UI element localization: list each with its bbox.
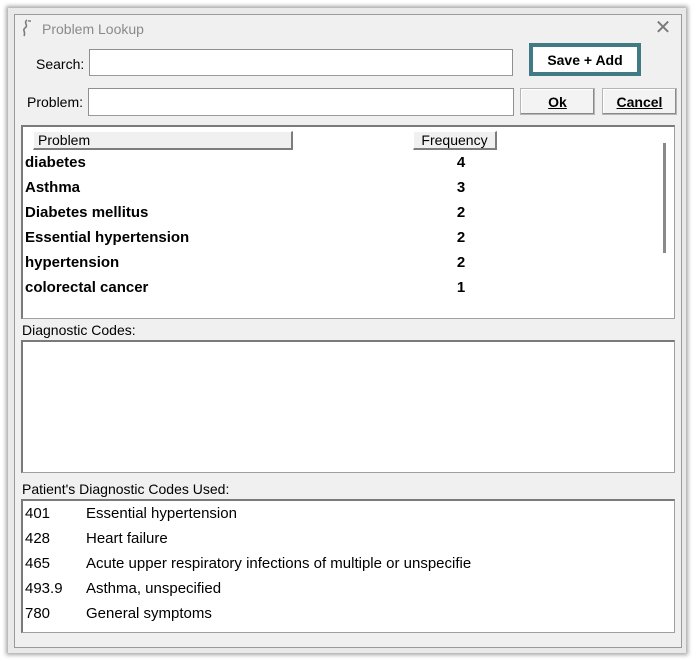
diagnostic-description: Heart failure	[86, 530, 168, 547]
table-row[interactable]: hypertension 2	[25, 254, 645, 279]
problem-frequency: 4	[456, 154, 466, 171]
problem-table: Problem Frequency diabetes 4 Asthma 3 Di…	[21, 125, 675, 319]
diagnostic-description: Acute upper respiratory infections of mu…	[86, 555, 472, 572]
used-codes-label: Patient's Diagnostic Codes Used:	[22, 481, 230, 497]
cancel-button[interactable]: Cancel	[602, 88, 677, 115]
problem-frequency: 1	[456, 279, 466, 296]
problem-name: colorectal cancer	[25, 279, 149, 296]
scrollbar-thumb[interactable]	[663, 143, 666, 253]
vertical-scrollbar[interactable]	[656, 131, 672, 309]
close-icon[interactable]: ✕	[653, 18, 673, 38]
search-input[interactable]	[89, 49, 513, 76]
search-label: Search:	[36, 56, 85, 72]
diagnostic-code: 465	[25, 555, 51, 572]
diagnostic-code: 428	[25, 530, 51, 547]
diagnostic-codes-list[interactable]	[21, 340, 675, 473]
problem-name: hypertension	[25, 254, 120, 271]
diagnostic-description: Essential hypertension	[86, 505, 237, 522]
title-bar: Problem Lookup ✕	[15, 15, 681, 43]
save-add-button[interactable]: Save + Add	[529, 43, 641, 76]
problem-frequency: 2	[456, 229, 466, 246]
problem-input[interactable]	[88, 88, 514, 116]
window-title: Problem Lookup	[42, 21, 144, 37]
column-header-frequency[interactable]: Frequency	[413, 131, 497, 150]
problem-name: Asthma	[25, 179, 81, 196]
ok-label: Ok	[548, 93, 567, 110]
table-row[interactable]: Essential hypertension 2	[25, 229, 645, 254]
list-item[interactable]: 401 Essential hypertension	[25, 505, 665, 530]
problem-frequency: 2	[456, 254, 466, 271]
app-logo-icon	[23, 19, 31, 37]
column-header-problem[interactable]: Problem	[33, 131, 293, 150]
problem-name: Diabetes mellitus	[25, 204, 149, 221]
diagnostic-code: 780	[25, 605, 51, 622]
diagnostic-description: Asthma, unspecified	[86, 580, 222, 597]
ok-button[interactable]: Ok	[520, 88, 595, 115]
table-row[interactable]: colorectal cancer 1	[25, 279, 645, 304]
diagnostic-codes-label: Diagnostic Codes:	[22, 322, 136, 338]
list-item[interactable]: 465 Acute upper respiratory infections o…	[25, 555, 665, 580]
list-item[interactable]: 428 Heart failure	[25, 530, 665, 555]
problem-name: diabetes	[25, 154, 86, 171]
list-item[interactable]: 780 General symptoms	[25, 605, 665, 630]
problem-lookup-dialog: Problem Lookup ✕ Search: Save + Add Prob…	[14, 14, 682, 648]
table-row[interactable]: Asthma 3	[25, 179, 645, 204]
diagnostic-code: 401	[25, 505, 51, 522]
diagnostic-code: 493.9	[25, 580, 63, 597]
save-add-label: Save + Add	[533, 47, 637, 72]
table-row[interactable]: diabetes 4	[25, 154, 645, 179]
cancel-label: Cancel	[616, 93, 663, 110]
problem-frequency: 2	[456, 204, 466, 221]
problem-name: Essential hypertension	[25, 229, 190, 246]
used-codes-list: 401 Essential hypertension 428 Heart fai…	[21, 499, 675, 633]
list-item[interactable]: 493.9 Asthma, unspecified	[25, 580, 665, 605]
problem-label: Problem:	[27, 94, 84, 110]
diagnostic-description: General symptoms	[86, 605, 212, 622]
table-row[interactable]: Diabetes mellitus 2	[25, 204, 645, 229]
problem-frequency: 3	[456, 179, 466, 196]
